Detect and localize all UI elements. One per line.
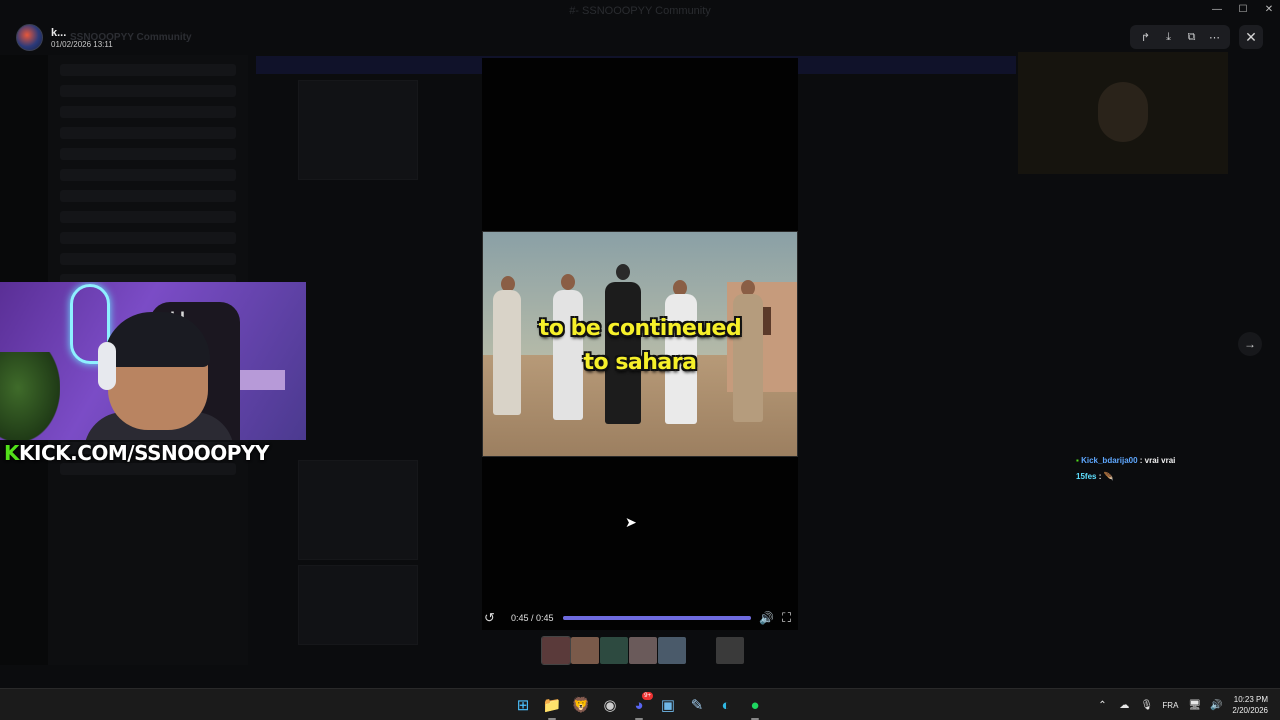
media-thumbnail[interactable] bbox=[600, 637, 628, 664]
post-date: 01/02/2026 13:11 bbox=[51, 40, 113, 49]
author-name[interactable]: k... bbox=[51, 27, 66, 39]
open-external-icon[interactable]: ⧉ bbox=[1183, 28, 1201, 46]
brave-browser-icon[interactable]: 🦁 bbox=[569, 693, 593, 717]
forward-icon[interactable]: ↱ bbox=[1137, 28, 1155, 46]
video-time: 0:45 / 0:45 bbox=[511, 613, 554, 623]
replay-icon[interactable]: ↺ bbox=[484, 610, 502, 626]
caption-line-1: to be contineued bbox=[538, 316, 742, 341]
windows-start-icon[interactable]: ⊞ bbox=[511, 693, 535, 717]
chat-message: ▪ Kick_bdarija00 : vrai vrai bbox=[1076, 456, 1176, 465]
clock-time: 10:23 PM bbox=[1233, 695, 1268, 704]
chat-message: 15fes : 🪶 bbox=[1076, 472, 1114, 481]
background-tile bbox=[298, 80, 418, 180]
video-player[interactable]: to be contineued to sahara bbox=[482, 231, 798, 457]
chat-text: vrai vrai bbox=[1144, 456, 1176, 465]
monitor-app-icon[interactable]: ▣ bbox=[656, 693, 680, 717]
capture-app-icon[interactable]: ✎ bbox=[685, 693, 709, 717]
caption-line-2: to sahara bbox=[583, 350, 697, 375]
streamer-webcam: lıl bbox=[0, 282, 306, 440]
file-explorer-icon[interactable]: 📁 bbox=[540, 693, 564, 720]
minimize-button[interactable]: — bbox=[1212, 4, 1222, 15]
spotify-icon[interactable]: ● bbox=[743, 693, 767, 720]
next-arrow-icon[interactable]: → bbox=[1238, 332, 1262, 356]
language-indicator[interactable]: FRA bbox=[1162, 701, 1178, 710]
mouse-cursor-icon: ➤ bbox=[625, 514, 637, 530]
author-avatar[interactable] bbox=[16, 24, 43, 51]
progress-fill bbox=[563, 616, 751, 620]
progress-bar[interactable] bbox=[563, 616, 751, 620]
plant-image bbox=[0, 352, 60, 440]
chat-username: Kick_bdarija00 bbox=[1081, 456, 1138, 465]
media-thumbnail[interactable] bbox=[716, 637, 744, 664]
media-toolbar: ↱ ⤓ ⧉ ⋯ bbox=[1130, 25, 1230, 49]
clock-date: 2/20/2026 bbox=[1232, 706, 1268, 715]
chat-text: 🪶 bbox=[1103, 472, 1114, 481]
volume-icon[interactable]: 🔊 bbox=[759, 611, 774, 625]
thumbnail-strip bbox=[541, 636, 744, 665]
video-controls: ↺ 0:45 / 0:45 🔊 ⛶ bbox=[482, 608, 798, 628]
clock[interactable]: 10:23 PM 2/20/2026 bbox=[1232, 694, 1268, 716]
media-thumbnail[interactable] bbox=[687, 637, 715, 664]
chat-username: 15fes bbox=[1076, 472, 1097, 481]
close-window-button[interactable]: ✕ bbox=[1264, 4, 1274, 15]
microphone-icon[interactable]: 🎙 bbox=[1140, 700, 1153, 711]
more-icon[interactable]: ⋯ bbox=[1206, 28, 1224, 46]
edge-browser-icon[interactable]: ◐ bbox=[714, 693, 738, 717]
network-icon[interactable]: 🖥 bbox=[1188, 700, 1201, 711]
speaker-icon[interactable]: 🔊 bbox=[1210, 700, 1222, 711]
chrome-icon[interactable]: ◉ bbox=[598, 693, 622, 717]
download-icon[interactable]: ⤓ bbox=[1160, 28, 1178, 46]
fullscreen-icon[interactable]: ⛶ bbox=[782, 610, 791, 626]
background-tile bbox=[298, 460, 418, 560]
window-controls: — ☐ ✕ bbox=[1212, 4, 1274, 15]
maximize-button[interactable]: ☐ bbox=[1238, 4, 1248, 15]
taskbar: ⊞ 📁 🦁 ◉ ◕ 9+ ▣ ✎ ◐ ● ⌃ ☁ 🎙 FRA 🖥 🔊 10:23 PM 2/20/… bbox=[0, 688, 1280, 720]
kick-url-text: KICK.COM/SSNOOOPYY bbox=[19, 441, 269, 465]
shelf-image bbox=[235, 370, 285, 390]
show-hidden-icons-icon[interactable]: ⌃ bbox=[1096, 700, 1108, 711]
video-caption: to be contineued to sahara bbox=[483, 312, 797, 380]
onedrive-icon[interactable]: ☁ bbox=[1118, 700, 1130, 711]
kick-logo-letter: K bbox=[4, 441, 20, 465]
background-tile bbox=[298, 565, 418, 645]
kick-channel-label: KKICK.COM/SSNOOOPYY bbox=[4, 441, 269, 465]
media-thumbnail[interactable] bbox=[658, 637, 686, 664]
close-icon[interactable]: ✕ bbox=[1239, 25, 1263, 49]
system-tray: ⌃ ☁ 🎙 FRA 🖥 🔊 10:23 PM 2/20/2026 bbox=[1096, 689, 1268, 720]
media-thumbnail[interactable] bbox=[629, 637, 657, 664]
taskbar-apps: ⊞ 📁 🦁 ◉ ◕ 9+ ▣ ✎ ◐ ● bbox=[511, 692, 767, 720]
kick-chat-icon: ▪ bbox=[1076, 456, 1079, 465]
media-thumbnail[interactable] bbox=[541, 636, 571, 665]
headphones-image bbox=[98, 342, 116, 390]
media-thumbnail[interactable] bbox=[571, 637, 599, 664]
stream-chat: ▪ Kick_bdarija00 : vrai vrai 15fes : 🪶 bbox=[1076, 453, 1276, 485]
notification-badge: 9+ bbox=[642, 692, 653, 700]
discord-icon[interactable]: ◕ 9+ bbox=[627, 692, 653, 720]
